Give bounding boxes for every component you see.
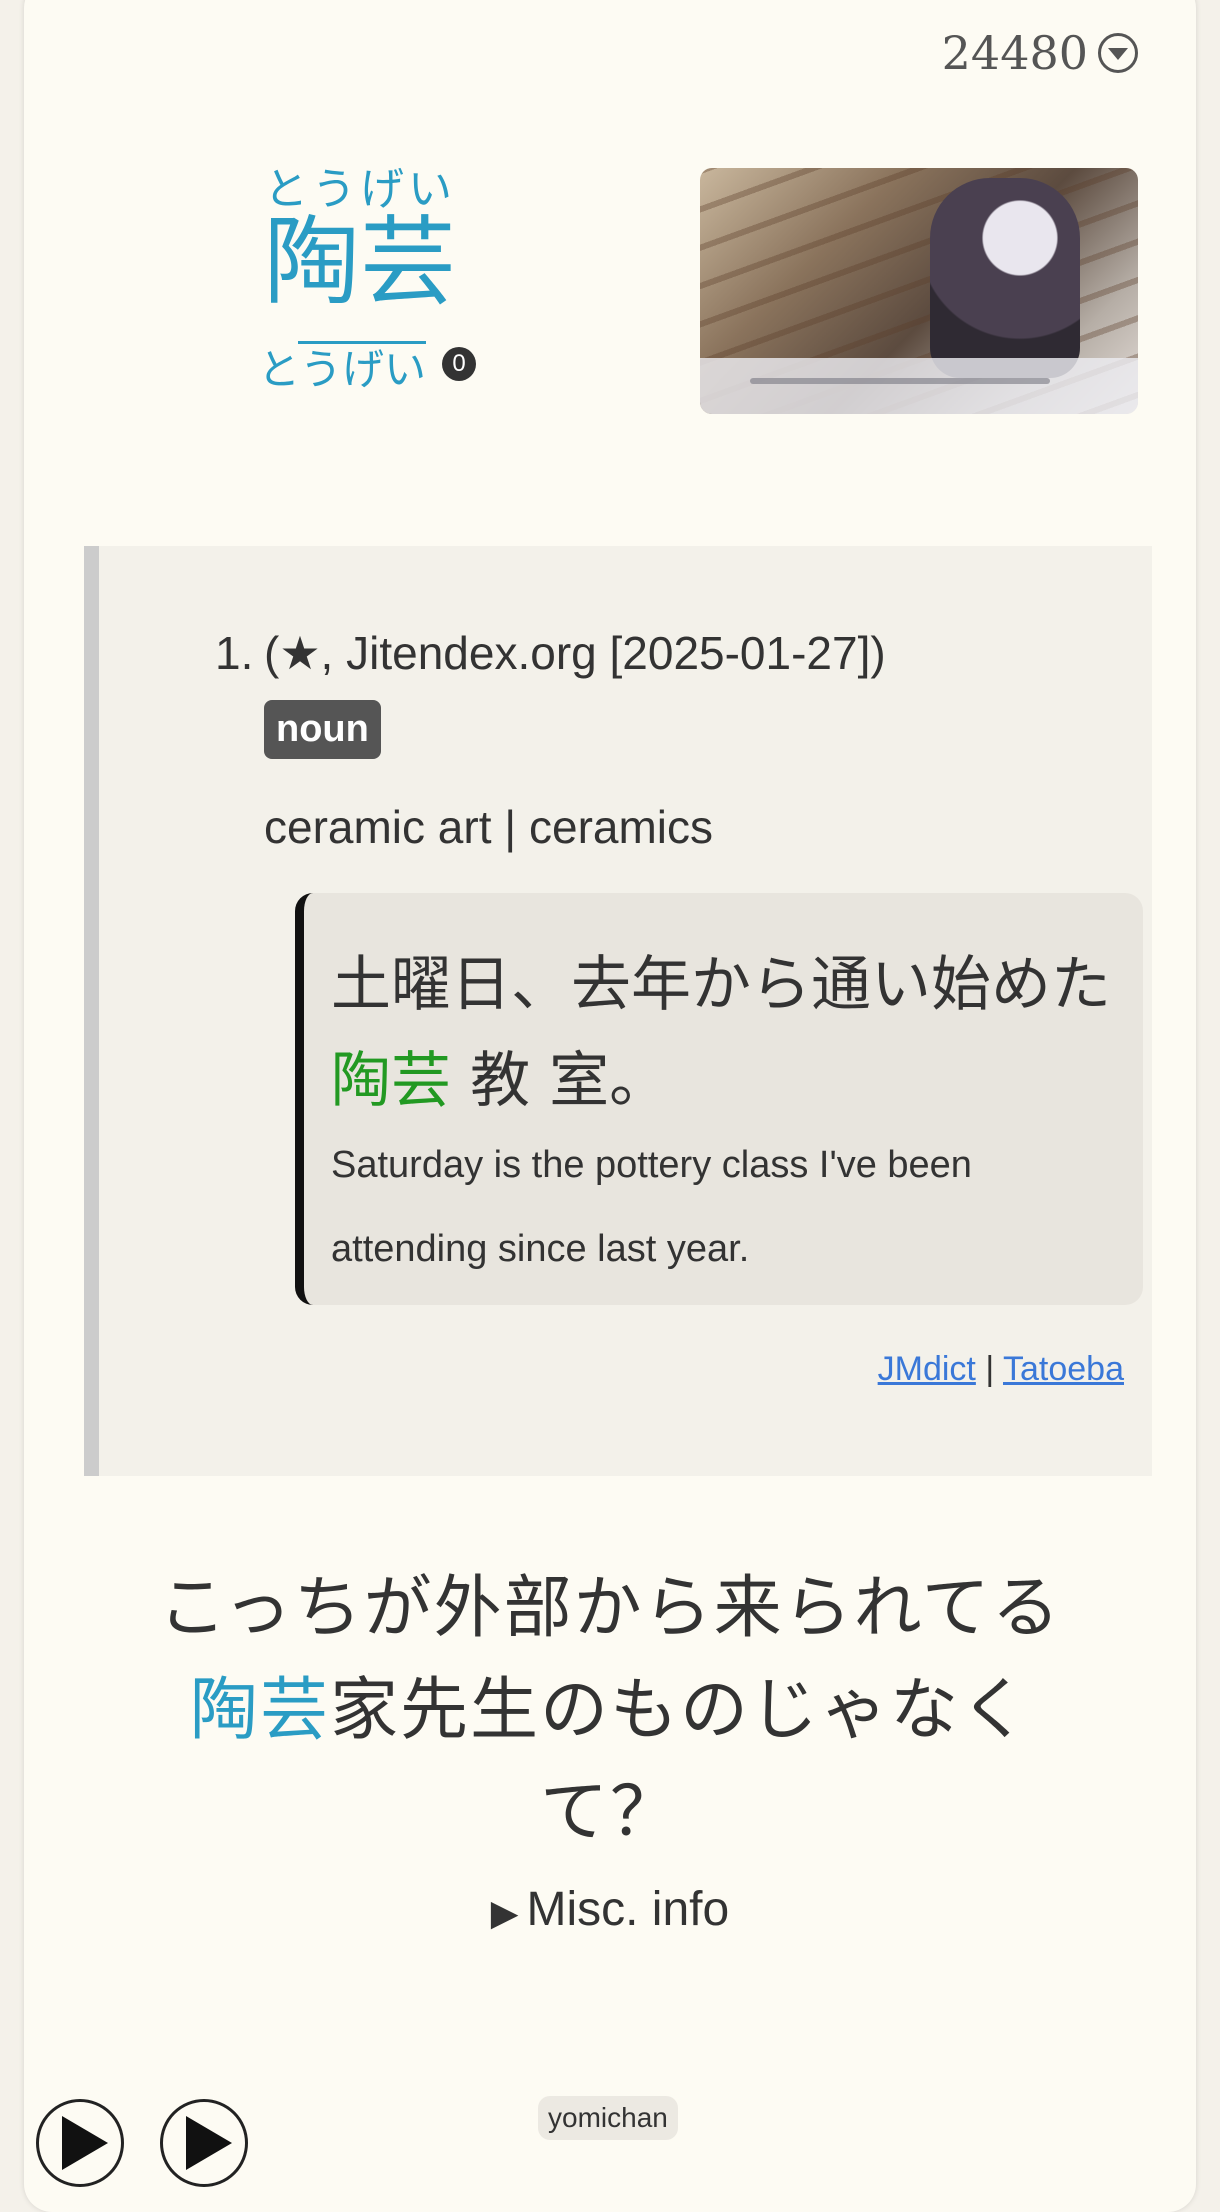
sentence-after: 家先生のものじゃなくて？	[330, 1671, 1031, 1852]
context-sentence: こっちが外部から来られてる陶芸家先生のものじゃなくて？	[130, 1558, 1090, 1864]
frequency-value: 24480	[941, 26, 1088, 80]
sentence-target-word: 陶芸	[189, 1671, 330, 1750]
example-jp-before: 土曜日、去年から通い始めた	[331, 950, 1111, 1020]
misc-info-label: Misc. info	[526, 1883, 730, 1936]
jmdict-link[interactable]: JMdict	[878, 1350, 976, 1388]
headword: とうげい 陶芸	[210, 168, 510, 318]
screenshot-textbox	[700, 358, 1138, 414]
pitch-reading: とうげい	[258, 341, 427, 395]
pitch-number-badge: 0	[442, 347, 477, 381]
example-jp-after: 教 室。	[451, 1046, 670, 1116]
sentence-before: こっちが外部から来られてる	[158, 1569, 1062, 1648]
definition-number: 1.	[215, 627, 254, 679]
screenshot-character	[930, 178, 1080, 378]
screenshot-subtitle	[750, 378, 1050, 384]
play-audio-button-2[interactable]	[160, 2099, 248, 2187]
play-audio-button-1[interactable]	[36, 2099, 124, 2187]
headword-kanji: 陶芸	[264, 206, 456, 318]
misc-info-toggle[interactable]: ▶ Misc. info	[0, 1882, 1220, 1937]
tag-chip: yomichan	[538, 2096, 678, 2140]
glossary: ceramic art | ceramics	[264, 801, 714, 853]
example-sentence: 土曜日、去年から通い始めた陶芸 教 室。 Saturday is the pot…	[295, 893, 1143, 1305]
screenshot-image	[700, 168, 1138, 414]
play-icon	[186, 2116, 232, 2170]
pitch-overline	[298, 341, 427, 344]
definition-block: 1. (★, Jitendex.org [2025-01-27]) noun c…	[84, 546, 1152, 1476]
example-jp-highlight: 陶芸	[331, 1046, 451, 1116]
pitch-accent: とうげい 0	[258, 341, 477, 395]
pitch-reading-text: とうげい	[258, 346, 427, 393]
definition-source: JMdict | Tatoeba	[878, 1350, 1124, 1389]
play-icon	[62, 2116, 108, 2170]
disclosure-triangle-icon: ▶	[490, 1892, 519, 1933]
definition-tags: (★, Jitendex.org [2025-01-27])	[264, 627, 886, 679]
tatoeba-link[interactable]: Tatoeba	[1003, 1350, 1124, 1388]
chevron-down-circle-icon[interactable]	[1098, 33, 1138, 73]
source-separator: |	[975, 1350, 1003, 1388]
part-of-speech-tag: noun	[264, 700, 381, 759]
example-japanese: 土曜日、去年から通い始めた陶芸 教 室。	[331, 937, 1111, 1129]
example-english: Saturday is the pottery class I've been …	[331, 1144, 972, 1270]
frequency-indicator[interactable]: 24480	[942, 26, 1138, 80]
